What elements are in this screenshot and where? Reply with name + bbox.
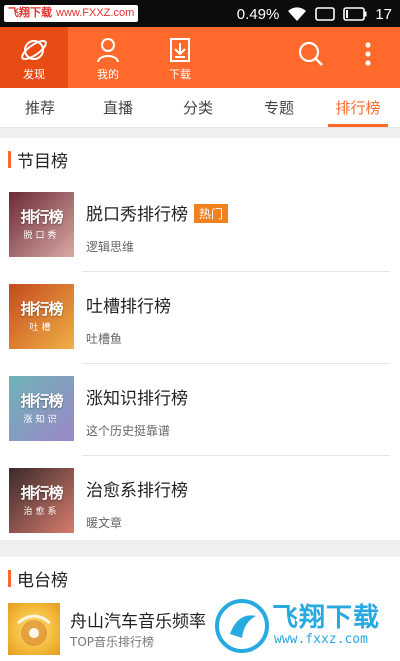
- ranking-thumbnail: 排行榜 治愈系: [9, 468, 74, 533]
- tab-recommend[interactable]: 推荐: [10, 88, 70, 128]
- vinyl-record-icon: [17, 614, 51, 646]
- section-header: 节目榜: [8, 138, 68, 180]
- watermark-url: www.FXXZ.com: [56, 7, 135, 19]
- hot-badge: 热门: [194, 204, 229, 223]
- program-ranking-section: 节目榜 排行榜 脱口秀 脱口秀排行榜 热门 逻辑思维 排行榜 吐槽 吐槽排行榜 吐…: [0, 138, 400, 540]
- thumbnail-caption: 治愈系: [23, 507, 60, 517]
- watermark-url-text: www.fxxz.com: [274, 632, 368, 647]
- status-bar: 飞翔下载 www.FXXZ.com 0.49% 17: [0, 0, 400, 27]
- thumbnail-caption: 吐槽: [29, 323, 54, 333]
- section-title: 节目榜: [17, 151, 68, 172]
- ranking-title: 涨知识排行榜: [86, 389, 188, 409]
- thumbnail-title: 排行榜: [20, 392, 63, 410]
- thumbnail-title: 排行榜: [20, 208, 63, 226]
- ranking-row-roast[interactable]: 排行榜 吐槽 吐槽排行榜 吐槽鱼: [0, 272, 400, 364]
- search-icon[interactable]: [296, 39, 326, 73]
- nav-download[interactable]: 下载: [146, 27, 214, 88]
- ranking-subtitle: 暖文章: [86, 516, 123, 530]
- nav-download-label: 下载: [169, 68, 191, 81]
- ranking-thumbnail: 排行榜 吐槽: [9, 284, 74, 349]
- ranking-title: 治愈系排行榜: [86, 481, 188, 501]
- person-icon: [93, 35, 123, 69]
- ranking-row-talkshow[interactable]: 排行榜 脱口秀 脱口秀排行榜 热门 逻辑思维: [0, 180, 400, 272]
- ranking-row-knowledge[interactable]: 排行榜 涨知识 涨知识排行榜 这个历史挺靠谱: [0, 364, 400, 456]
- section-header: 电台榜: [8, 557, 68, 599]
- watermark-site: 飞翔下载: [8, 7, 52, 19]
- radio-thumbnail: [8, 603, 60, 655]
- tab-live[interactable]: 直播: [88, 88, 148, 128]
- ranking-title: 吐槽排行榜: [86, 297, 171, 317]
- category-tabs: 推荐 直播 分类 专题 排行榜: [0, 88, 400, 128]
- section-accent-bar: [8, 150, 11, 168]
- tab-rankings[interactable]: 排行榜: [328, 88, 388, 128]
- watermark-tag: 飞翔下载 www.FXXZ.com: [4, 5, 139, 22]
- ranking-subtitle: 吐槽鱼: [86, 332, 123, 346]
- ranking-row-healing[interactable]: 排行榜 治愈系 治愈系排行榜 暖文章: [0, 456, 400, 548]
- more-vertical-icon[interactable]: [356, 39, 380, 73]
- nav-mine-label: 我的: [97, 68, 119, 81]
- thumbnail-caption: 涨知识: [23, 415, 60, 425]
- watermark-emblem-icon: [215, 599, 269, 653]
- clock: 17: [375, 5, 392, 23]
- active-tab-indicator: [328, 124, 388, 127]
- nav-mine[interactable]: 我的: [74, 27, 142, 88]
- battery-percent: 0.49%: [236, 5, 280, 23]
- nav-discover[interactable]: 发现: [0, 27, 68, 88]
- tab-categories[interactable]: 分类: [168, 88, 228, 128]
- nav-discover-label: 发现: [23, 68, 45, 81]
- ranking-subtitle: 逻辑思维: [86, 240, 135, 254]
- download-icon: [165, 35, 195, 69]
- thumbnail-title: 排行榜: [20, 484, 63, 502]
- watermark-brand: 飞翔下载: [272, 603, 381, 633]
- ranking-title: 脱口秀排行榜 热门: [86, 200, 229, 225]
- radio-subtitle: TOP音乐排行榜: [70, 635, 155, 649]
- ranking-thumbnail: 排行榜 脱口秀: [9, 192, 74, 257]
- thumbnail-caption: 脱口秀: [23, 231, 60, 241]
- radio-title: 舟山汽车音乐频率: [70, 612, 206, 632]
- thumbnail-title: 排行榜: [20, 300, 63, 318]
- status-indicators: 0.49% 17: [237, 3, 392, 25]
- ranking-subtitle: 这个历史挺靠谱: [86, 424, 171, 438]
- ranking-thumbnail: 排行榜 涨知识: [9, 376, 74, 441]
- wifi-icon: [287, 6, 307, 22]
- watermark-logo: 飞翔下载 www.fxxz.com: [212, 594, 400, 661]
- tab-topics[interactable]: 专题: [249, 88, 309, 128]
- section-title: 电台榜: [17, 570, 68, 591]
- battery-icon: [343, 7, 367, 21]
- section-accent-bar: [8, 569, 11, 587]
- app-header: 发现 我的 下载: [0, 27, 400, 88]
- ranking-title-text: 脱口秀排行榜: [86, 205, 188, 225]
- window-icon: [315, 7, 336, 21]
- planet-icon: [19, 35, 49, 69]
